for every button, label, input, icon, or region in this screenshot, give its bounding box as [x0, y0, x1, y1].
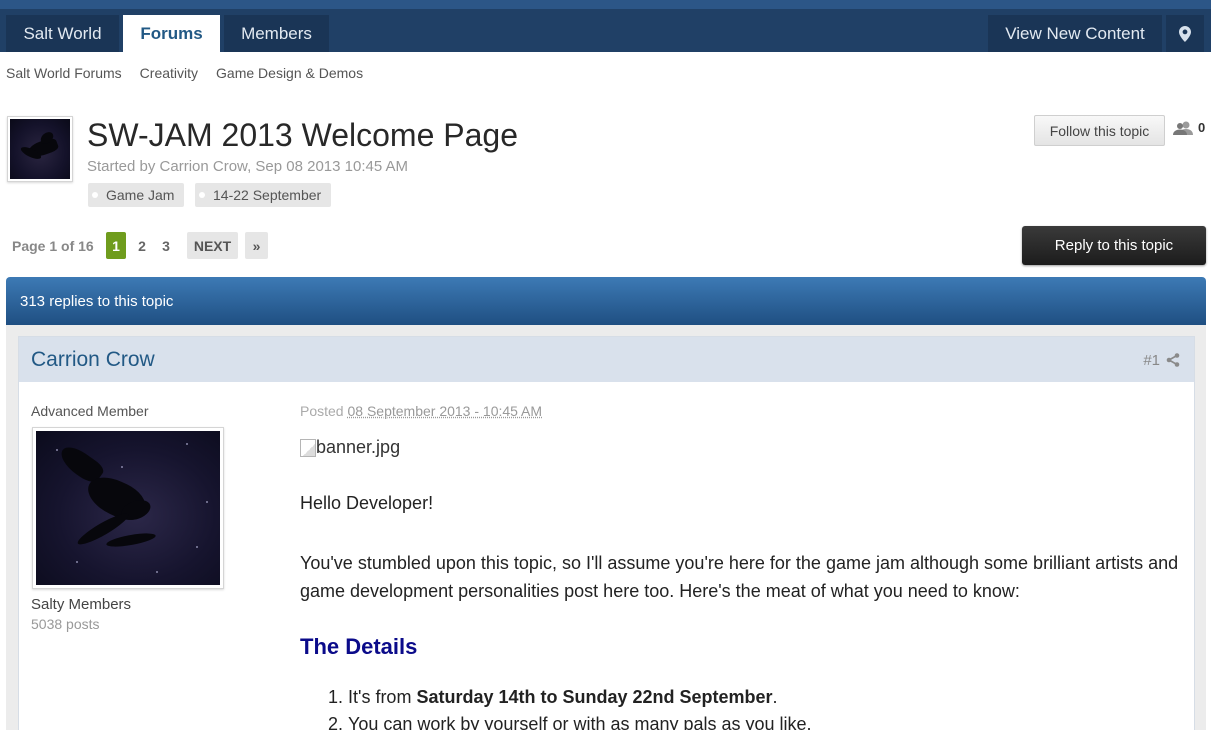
banner-image: banner.jpg [300, 437, 400, 458]
item1-bold: Saturday 14th to Sunday 22nd September [416, 687, 772, 707]
post-greeting: Hello Developer! [300, 493, 433, 514]
item1-end: . [773, 687, 778, 707]
breadcrumb: Salt World Forums Creativity Game Design… [6, 65, 363, 81]
tag-date-range[interactable]: 14-22 September [195, 183, 331, 207]
item2-text: You can work by yourself or with as many… [348, 714, 812, 730]
details-heading: The Details [300, 634, 417, 660]
post-intro-paragraph: You've stumbled upon this topic, so I'll… [300, 549, 1190, 605]
page-link-1[interactable]: 1 [106, 232, 126, 259]
location-button[interactable] [1166, 15, 1204, 52]
banner-alt-text: banner.jpg [316, 437, 400, 458]
follow-topic-button[interactable]: Follow this topic [1034, 115, 1165, 146]
page-link-2[interactable]: 2 [133, 232, 151, 259]
map-pin-icon [1179, 26, 1191, 42]
replies-count-bar: 313 replies to this topic [6, 277, 1206, 325]
nav-tab-members[interactable]: Members [224, 15, 329, 52]
breadcrumb-creativity[interactable]: Creativity [140, 65, 198, 81]
posted-date-link[interactable]: 08 September 2013 - 10:45 AM [347, 403, 542, 419]
page-title: SW-JAM 2013 Welcome Page [87, 117, 518, 154]
tag-game-jam[interactable]: Game Jam [88, 183, 184, 207]
author-rank: Advanced Member [31, 403, 149, 419]
post-number[interactable]: #1 [1143, 352, 1160, 369]
nav-tab-forums[interactable]: Forums [123, 15, 220, 52]
details-list: 1. It's from Saturday 14th to Sunday 22nd… [330, 684, 812, 730]
list-item: 2. You can work by yourself or with as ma… [330, 711, 812, 730]
share-icon[interactable] [1166, 353, 1180, 367]
post-header: Carrion Crow #1 [19, 337, 1194, 382]
list-item: 1. It's from Saturday 14th to Sunday 22nd… [330, 684, 812, 711]
breadcrumb-game-design[interactable]: Game Design & Demos [216, 65, 363, 81]
post-container: Carrion Crow #1 Advanced Member Salty Me… [6, 325, 1206, 730]
author-post-count: 5038 posts [31, 616, 100, 632]
users-icon [1172, 121, 1194, 135]
breadcrumb-salt-world-forums[interactable]: Salt World Forums [6, 65, 122, 81]
reply-to-topic-button[interactable]: Reply to this topic [1022, 226, 1206, 265]
post-author-name[interactable]: Carrion Crow [31, 348, 155, 372]
page-indicator: Page 1 of 16 [12, 238, 94, 254]
last-page-button[interactable]: » [245, 232, 268, 259]
followers-number: 0 [1198, 120, 1205, 135]
item1-text: It's from [348, 687, 416, 707]
post-date: Posted 08 September 2013 - 10:45 AM [300, 403, 542, 419]
author-avatar[interactable] [32, 427, 224, 589]
author-group: Salty Members [31, 596, 131, 613]
broken-image-icon [300, 439, 316, 457]
nav-tab-salt-world[interactable]: Salt World [6, 15, 119, 52]
followers-count[interactable]: 0 [1172, 120, 1205, 135]
topic-starter-avatar[interactable] [7, 116, 73, 182]
page-link-3[interactable]: 3 [157, 232, 175, 259]
topic-meta: Started by Carrion Crow, Sep 08 2013 10:… [87, 158, 408, 175]
next-page-button[interactable]: NEXT [187, 232, 238, 259]
post: Carrion Crow #1 Advanced Member Salty Me… [18, 336, 1195, 730]
posted-prefix: Posted [300, 403, 347, 419]
view-new-content-link[interactable]: View New Content [988, 15, 1162, 52]
